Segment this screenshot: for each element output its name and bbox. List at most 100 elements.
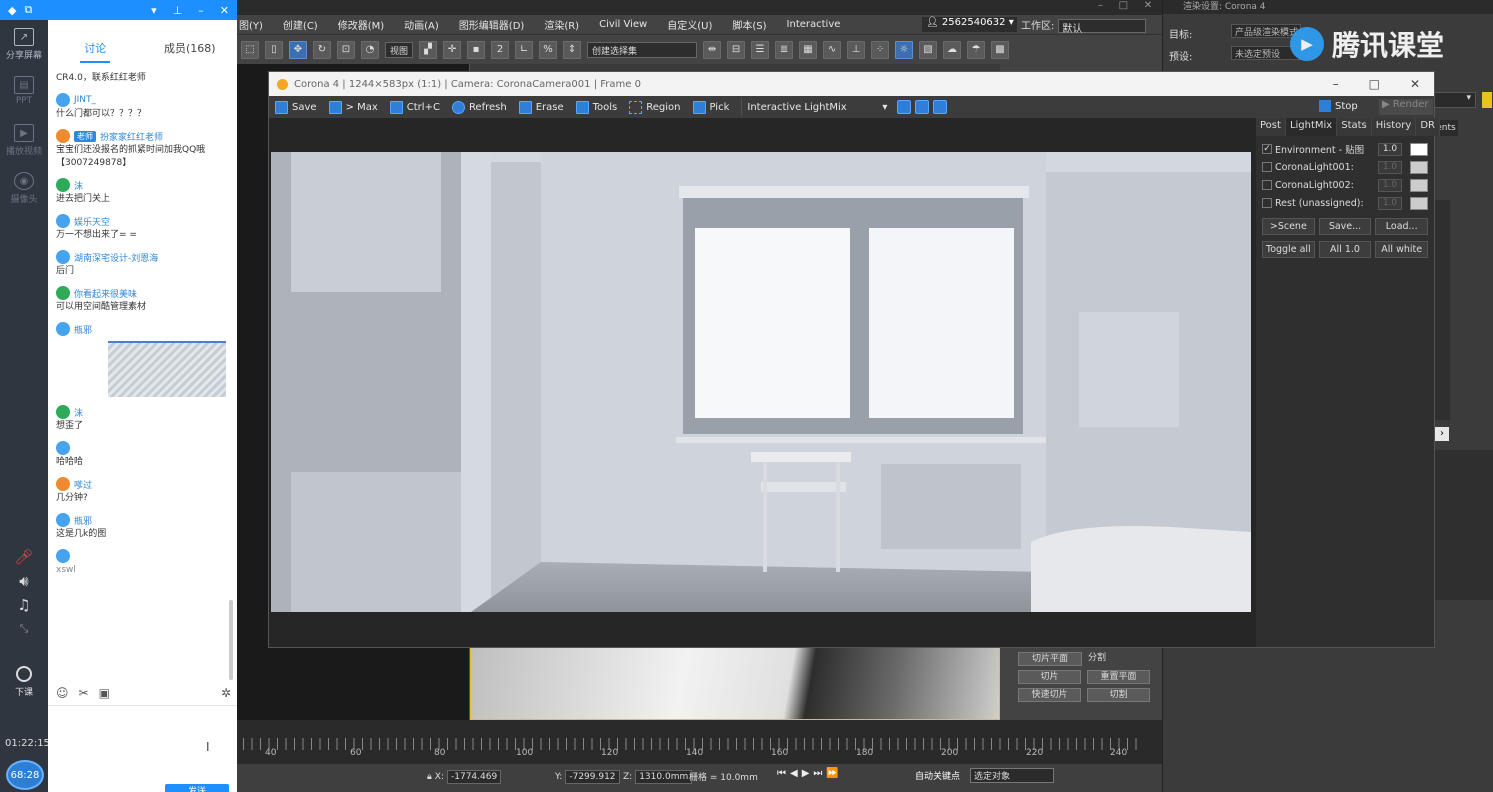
spinner-snap-icon[interactable]: ⇕ xyxy=(563,40,582,59)
emoji-icon[interactable]: ☺ xyxy=(56,686,69,704)
render-active-icon[interactable]: ▩ xyxy=(991,40,1010,59)
minimize-icon[interactable]: – xyxy=(1333,77,1339,91)
message-user[interactable]: 扮家家红红老师 xyxy=(100,130,163,143)
window-crossing-icon[interactable]: ▯ xyxy=(265,40,283,59)
copy-button[interactable]: Ctrl+C xyxy=(389,100,440,114)
percent-snap-icon[interactable]: % xyxy=(539,40,558,59)
maximize-icon[interactable]: □ xyxy=(1119,0,1128,15)
playback-controls[interactable]: ⏮◀▶⏭⏩ xyxy=(777,768,843,779)
speaker-icon[interactable]: 🔊︎ xyxy=(0,569,48,593)
avatar[interactable] xyxy=(56,405,70,419)
open-window-icon[interactable]: ⧉ xyxy=(24,3,32,17)
tab-lightmix[interactable]: LightMix xyxy=(1285,118,1338,136)
reset-plane-button[interactable]: 重置平面 xyxy=(1087,670,1150,684)
render-setup-dropdown[interactable]: ▾ xyxy=(1434,92,1476,108)
tab-dr[interactable]: DR xyxy=(1416,118,1440,136)
avatar[interactable] xyxy=(56,477,70,491)
render-setup-scroll-indicator[interactable] xyxy=(1482,92,1492,108)
graphite-icon[interactable]: ▦ xyxy=(799,40,818,59)
workspace-selector[interactable]: 工作区: 默认 xyxy=(1021,17,1147,35)
chevron-right-icon[interactable]: › xyxy=(1435,427,1449,441)
all-one-button[interactable]: All 1.0 xyxy=(1318,241,1372,258)
layer-explorer-icon[interactable]: ≣ xyxy=(775,40,794,59)
coord-x-field[interactable]: -1774.469 xyxy=(447,770,502,784)
render-setup-icon[interactable]: ☼ xyxy=(895,40,914,59)
region-select-icon[interactable]: ⬚ xyxy=(241,40,259,59)
end-class-button[interactable]: 下课 xyxy=(0,666,48,698)
save-button[interactable]: Save xyxy=(275,100,317,114)
message-user[interactable]: 沫 xyxy=(74,406,83,419)
avatar[interactable] xyxy=(56,441,70,455)
rendered-frame-window-icon[interactable]: ▧ xyxy=(919,40,938,59)
chevron-down-icon[interactable]: ▾ xyxy=(151,4,157,17)
menu-item[interactable]: Interactive xyxy=(787,19,841,30)
split-checkbox[interactable]: 分割 xyxy=(1088,652,1150,666)
message-user[interactable]: 湖南深宅设计-刘恩海 xyxy=(74,251,158,264)
menu-item[interactable]: 修改器(M) xyxy=(338,17,384,32)
mirror-icon[interactable]: ⇹ xyxy=(703,40,722,59)
avatar[interactable] xyxy=(56,322,70,336)
pin-icon[interactable]: ⊥ xyxy=(173,4,183,17)
share-screen-button[interactable]: ↗ 分享屏幕 xyxy=(0,20,48,68)
scissors-icon[interactable]: ✂ xyxy=(79,686,89,704)
selected-object-dropdown[interactable]: 选定对象 xyxy=(970,768,1054,783)
toggle-all-button[interactable]: Toggle all xyxy=(1262,241,1315,258)
avatar[interactable] xyxy=(56,214,70,228)
minimize-icon[interactable]: – xyxy=(1098,0,1103,15)
pivot-icon[interactable]: ▞ xyxy=(419,40,438,59)
stop-button[interactable]: Stop xyxy=(1319,100,1358,112)
tab-discussion[interactable]: 讨论 xyxy=(48,40,143,64)
align-icon[interactable]: ⊟ xyxy=(727,40,746,59)
avatar[interactable] xyxy=(56,513,70,527)
avatar[interactable] xyxy=(56,129,70,143)
snap-2d-icon[interactable]: 2 xyxy=(491,40,510,59)
message-user[interactable]: 沫 xyxy=(74,179,83,192)
avatar[interactable] xyxy=(56,286,70,300)
menu-item[interactable]: 图(Y) xyxy=(239,17,263,32)
zoom-fit-icon[interactable] xyxy=(933,100,948,114)
to-max-button[interactable]: > Max xyxy=(328,100,378,114)
move-icon[interactable]: ✥ xyxy=(289,40,307,59)
vfb-titlebar[interactable]: Corona 4 | 1244×583px (1:1) | Camera: Co… xyxy=(269,72,1434,96)
tab-history[interactable]: History xyxy=(1371,118,1417,136)
minimize-icon[interactable]: – xyxy=(198,4,204,17)
save-lightmix-button[interactable]: Save... xyxy=(1318,218,1372,235)
tab-stats[interactable]: Stats xyxy=(1337,118,1372,136)
scene-explorer-icon[interactable]: ☰ xyxy=(751,40,770,59)
camera-button[interactable]: ◉ 摄像头 xyxy=(0,164,48,212)
menu-item[interactable]: 渲染(R) xyxy=(544,17,579,32)
render-iterative-icon[interactable]: ☂ xyxy=(967,40,986,59)
placement-icon[interactable]: ◔ xyxy=(361,40,379,59)
menu-item[interactable]: 自定义(U) xyxy=(667,17,712,32)
avatar[interactable] xyxy=(56,93,70,107)
cut-button[interactable]: 切割 xyxy=(1087,688,1150,702)
refresh-button[interactable]: Refresh xyxy=(451,100,507,114)
viewport-preview[interactable] xyxy=(470,646,1000,720)
lightmix-color-swatch[interactable] xyxy=(1410,178,1428,192)
timeline[interactable]: 40 60 80 100 120 140 160 180 200 220 240 xyxy=(237,720,1162,764)
menu-item[interactable]: 图形编辑器(D) xyxy=(459,17,525,32)
tab-post[interactable]: Post xyxy=(1256,118,1286,136)
lightmix-checkbox[interactable] xyxy=(1262,180,1272,190)
menu-item[interactable]: Civil View xyxy=(599,19,647,30)
fullscreen-icon[interactable]: ⤡ xyxy=(0,617,48,641)
angle-snap-icon[interactable]: ∟ xyxy=(515,40,534,59)
slice-button[interactable]: 切片 xyxy=(1018,670,1081,684)
erase-button[interactable]: Erase xyxy=(518,100,564,114)
lightmix-checkbox[interactable] xyxy=(1262,198,1272,208)
chat-image[interactable] xyxy=(108,341,226,397)
close-icon[interactable]: ✕ xyxy=(1410,77,1420,91)
workspace-value[interactable]: 默认 xyxy=(1058,19,1147,35)
gear-icon[interactable]: ✲ xyxy=(221,686,231,704)
to-scene-button[interactable]: >Scene xyxy=(1262,218,1315,235)
avatar[interactable] xyxy=(56,250,70,264)
message-user[interactable]: 娱乐天空 xyxy=(74,215,110,228)
lightmix-checkbox[interactable]: ✓ xyxy=(1262,144,1272,154)
schematic-icon[interactable]: ⊥ xyxy=(847,40,866,59)
quick-slice-button[interactable]: 快速切片 xyxy=(1018,688,1081,702)
user-account[interactable]: 👤︎ 2562540632 ▾ xyxy=(922,17,1017,32)
coord-z-field[interactable]: 1310.0mm xyxy=(635,770,693,784)
load-lightmix-button[interactable]: Load... xyxy=(1375,218,1429,235)
music-icon[interactable]: ♫ xyxy=(0,593,48,617)
message-user[interactable]: JINT_ xyxy=(74,95,96,105)
